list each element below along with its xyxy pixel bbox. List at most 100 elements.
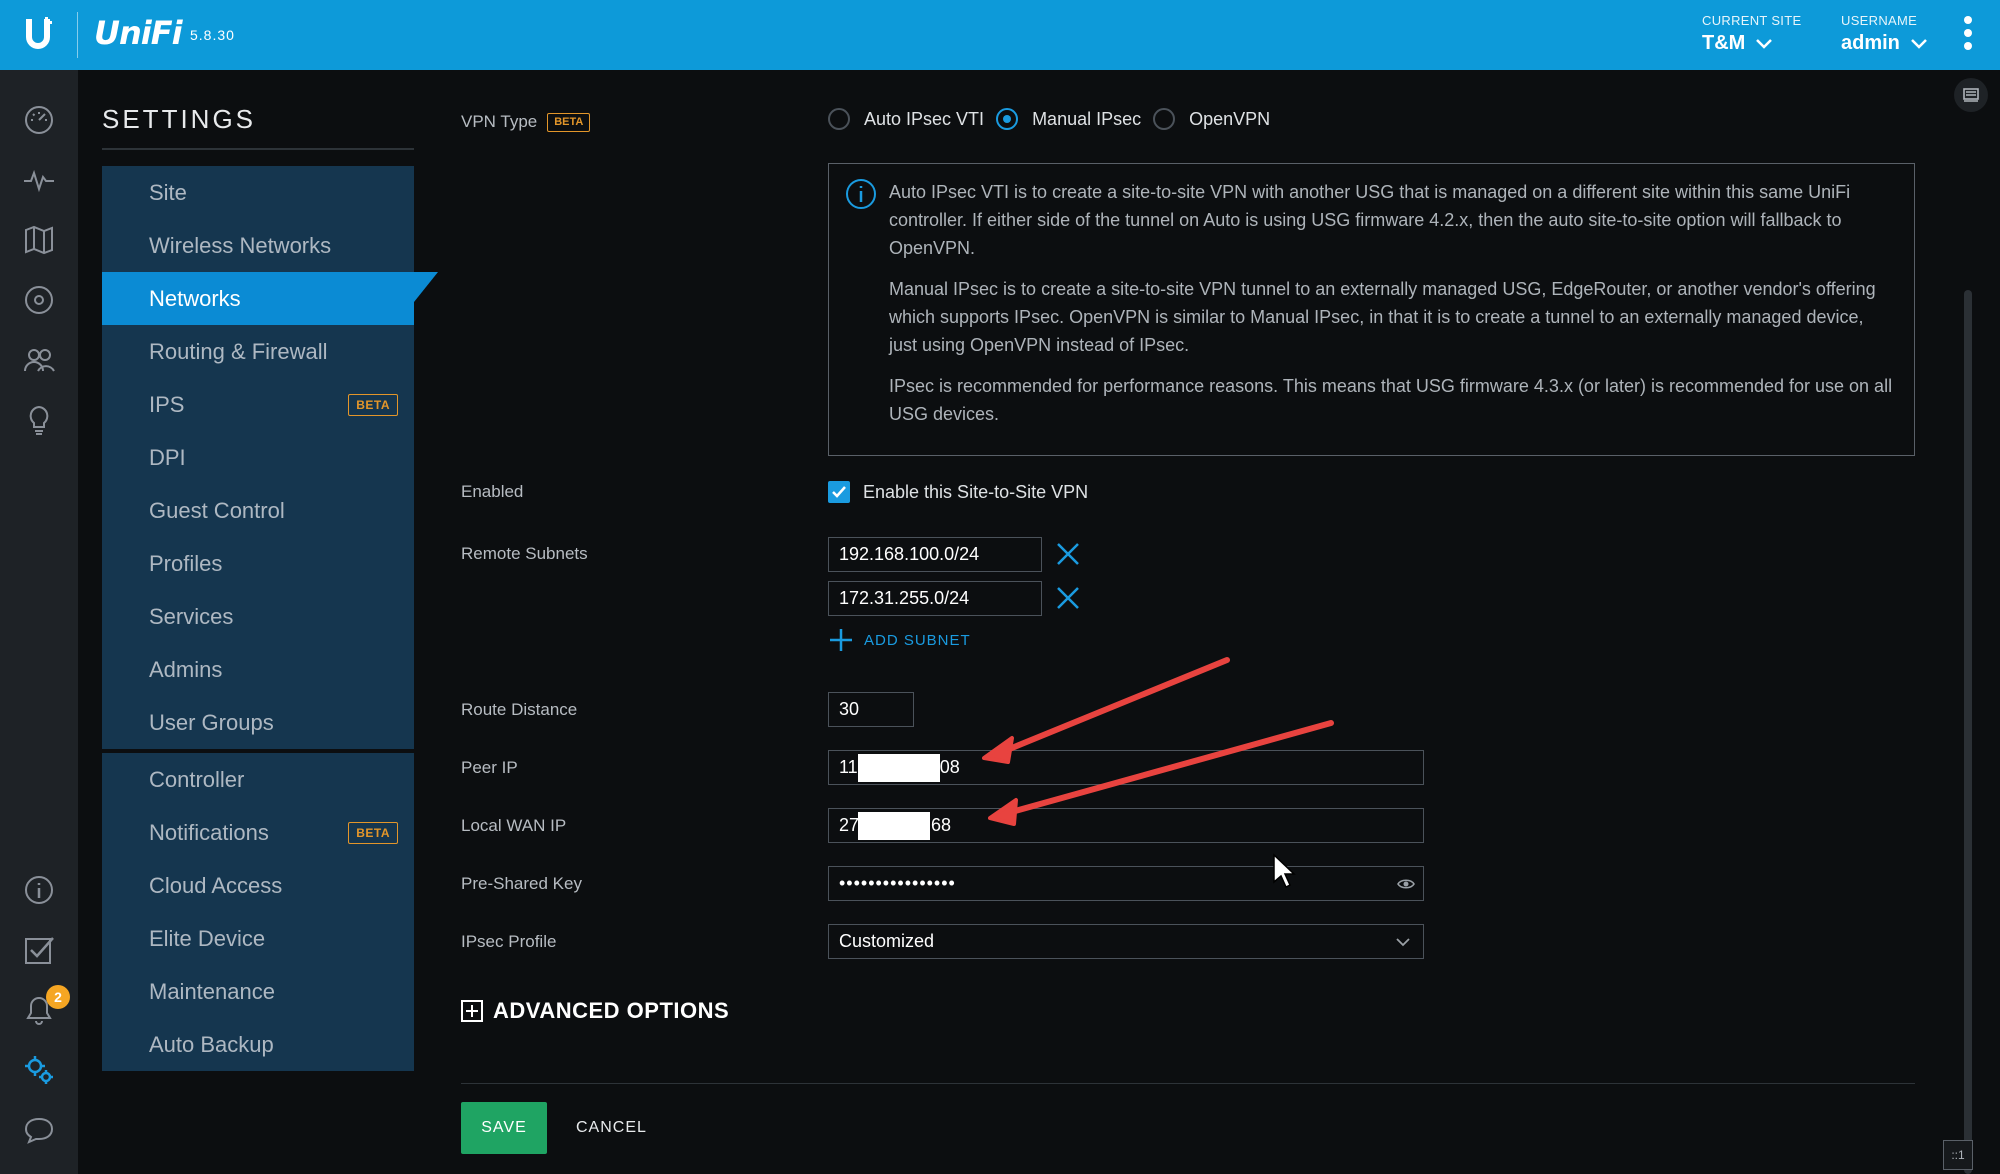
peer-ip-label: Peer IP [461, 758, 518, 777]
settings-item-networks[interactable]: Networks [102, 272, 438, 325]
add-subnet-label: ADD SUBNET [864, 631, 971, 649]
settings-icon[interactable] [22, 1053, 56, 1087]
peer-ip-input[interactable]: 11 08 [828, 750, 1424, 785]
form-divider [461, 1083, 1915, 1084]
advanced-options-toggle[interactable]: ADVANCED OPTIONS [461, 998, 729, 1024]
settings-item-user-groups[interactable]: User Groups [102, 696, 414, 749]
ipsec-profile-value: Customized [839, 931, 935, 951]
radio-label: Auto IPsec VTI [864, 108, 985, 129]
settings-item-cloud-access[interactable]: Cloud Access [102, 859, 414, 912]
radio-auto-ipsec-vti[interactable]: Auto IPsec VTI [828, 108, 984, 130]
enable-vpn-checkbox[interactable] [828, 481, 850, 503]
map-icon[interactable] [22, 223, 56, 257]
version-label: 5.8.30 [190, 27, 235, 43]
info-circle-icon [846, 179, 876, 209]
tasks-icon[interactable] [22, 933, 56, 967]
menu-item-label: Site [149, 180, 187, 205]
beta-badge: BETA [348, 394, 398, 416]
settings-item-guest-control[interactable]: Guest Control [102, 484, 414, 537]
more-menu-icon[interactable] [1960, 16, 1976, 56]
route-distance-input[interactable]: 30 [828, 692, 914, 727]
page-scrollbar[interactable] [1964, 290, 1972, 1174]
settings-menu-group-site: Site Wireless Networks Networks Routing … [102, 166, 438, 749]
cancel-button[interactable]: CANCEL [576, 1102, 647, 1154]
settings-item-wireless-networks[interactable]: Wireless Networks [102, 219, 414, 272]
menu-item-label: DPI [149, 445, 186, 470]
vpn-type-radio-group: Auto IPsec VTI Manual IPsec OpenVPN [828, 108, 1282, 130]
menu-item-label: Auto Backup [149, 1032, 274, 1057]
ipsec-profile-select[interactable]: Customized [828, 924, 1424, 959]
menu-item-label: Guest Control [149, 498, 285, 523]
local-wan-ip-input[interactable]: 27 68 [828, 808, 1424, 843]
save-button[interactable]: SAVE [461, 1102, 547, 1154]
settings-item-services[interactable]: Services [102, 590, 414, 643]
dashboard-icon[interactable] [22, 103, 56, 137]
device-drawer-icon[interactable] [1954, 78, 1988, 112]
vpn-type-label: VPN Type BETA [461, 112, 591, 132]
insights-icon[interactable] [22, 403, 56, 437]
radio-openvpn[interactable]: OpenVPN [1153, 108, 1270, 130]
beta-badge: BETA [348, 822, 398, 844]
menu-item-label: Maintenance [149, 979, 275, 1004]
info-icon[interactable] [22, 873, 56, 907]
add-subnet-button[interactable]: ADD SUBNET [828, 627, 971, 653]
ubiquiti-logo-icon[interactable] [22, 17, 54, 51]
ipsec-profile-label: IPsec Profile [461, 932, 557, 951]
plus-icon [830, 629, 852, 651]
username-selector[interactable]: USERNAME admin [1841, 13, 1928, 55]
settings-item-profiles[interactable]: Profiles [102, 537, 414, 590]
beta-badge: BETA [547, 113, 591, 132]
settings-item-maintenance[interactable]: Maintenance [102, 965, 414, 1018]
radio-label: OpenVPN [1189, 108, 1271, 129]
enable-vpn-label[interactable]: Enable this Site-to-Site VPN [863, 482, 1088, 503]
corner-tag: ::1 [1943, 1140, 1973, 1170]
pre-shared-key-label: Pre-Shared Key [461, 874, 582, 893]
brand-logo[interactable]: UniFi [94, 14, 183, 52]
settings-item-site[interactable]: Site [102, 166, 414, 219]
settings-item-routing-firewall[interactable]: Routing & Firewall [102, 325, 414, 378]
left-icon-nav [0, 70, 78, 1174]
remote-subnet-input[interactable]: 192.168.100.0/24 [828, 537, 1042, 572]
chevron-down-icon [1756, 38, 1773, 49]
current-site-value: T&M [1702, 32, 1746, 54]
settings-item-elite-device[interactable]: Elite Device [102, 912, 414, 965]
settings-menu-group-controller: Controller Notifications BETA Cloud Acces… [102, 753, 414, 1071]
menu-item-label: Elite Device [149, 926, 266, 951]
alerts-count-badge: 2 [46, 985, 70, 1009]
settings-item-auto-backup[interactable]: Auto Backup [102, 1018, 414, 1071]
devices-icon[interactable] [22, 283, 56, 317]
vpn-type-info-box: Auto IPsec VTI is to create a site-to-si… [828, 163, 1915, 456]
peer-ip-suffix: 08 [939, 757, 960, 777]
menu-item-label: Networks [149, 286, 241, 311]
settings-item-admins[interactable]: Admins [102, 643, 414, 696]
radio-button-selected[interactable] [996, 108, 1019, 130]
radio-button[interactable] [828, 108, 850, 130]
settings-item-dpi[interactable]: DPI [102, 431, 414, 484]
chat-icon[interactable] [22, 1113, 56, 1147]
title-divider [102, 148, 414, 150]
remote-subnet-input[interactable]: 172.31.255.0/24 [828, 581, 1042, 616]
remove-subnet-icon[interactable] [1054, 584, 1082, 612]
remove-subnet-icon[interactable] [1054, 540, 1082, 568]
enabled-label: Enabled [461, 482, 524, 501]
settings-item-ips[interactable]: IPS BETA [102, 378, 414, 431]
radio-manual-ipsec[interactable]: Manual IPsec [996, 108, 1141, 130]
settings-title: SETTINGS [102, 104, 257, 134]
menu-item-label: IPS [149, 392, 185, 417]
settings-item-notifications[interactable]: Notifications BETA [102, 806, 414, 859]
statistics-icon[interactable] [22, 163, 56, 197]
radio-button[interactable] [1153, 108, 1176, 130]
clients-icon[interactable] [22, 343, 56, 377]
vpn-form: VPN Type BETA Auto IPsec VTI Manual IPsec… [438, 70, 2000, 1174]
settings-item-controller[interactable]: Controller [102, 753, 414, 806]
radio-label: Manual IPsec [1032, 108, 1142, 129]
show-password-eye-icon[interactable] [1397, 877, 1415, 891]
menu-item-label: Notifications [149, 820, 269, 845]
local-wan-ip-label: Local WAN IP [461, 816, 567, 835]
redaction-box [858, 754, 940, 782]
pre-shared-key-input[interactable]: •••••••••••••••• [828, 866, 1424, 901]
remote-subnets-label: Remote Subnets [461, 544, 588, 563]
current-site-selector[interactable]: CURRENT SITE T&M [1702, 13, 1801, 55]
info-paragraph: IPsec is recommended for performance rea… [889, 376, 1893, 424]
top-bar: UniFi 5.8.30 CURRENT SITE T&M USERNAME a… [0, 0, 2000, 70]
